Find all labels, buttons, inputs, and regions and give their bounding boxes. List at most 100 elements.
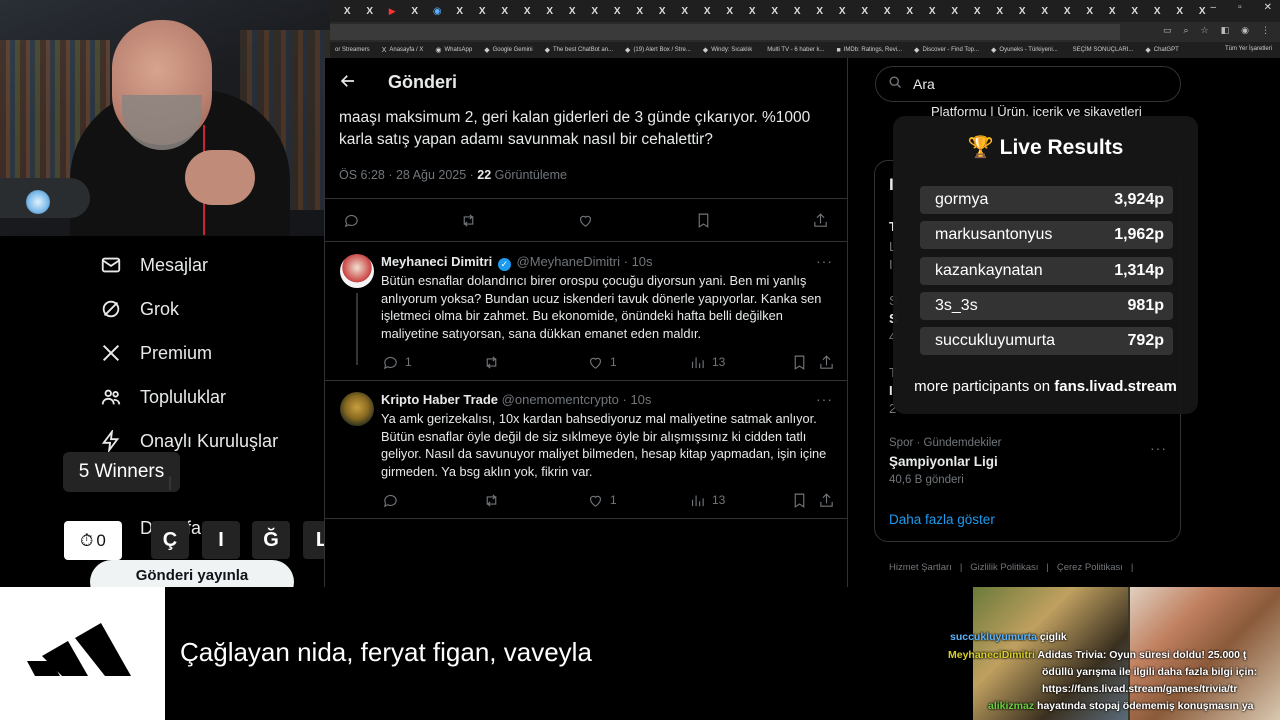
search-bar[interactable] <box>875 66 1181 102</box>
bookmark-item[interactable]: ◆ Discover - Find Top... <box>914 46 979 54</box>
footer-link-terms[interactable]: Hizmet Şartları <box>889 562 952 573</box>
more-options-icon[interactable]: ··· <box>816 391 833 407</box>
browser-tab[interactable]: X <box>809 3 832 19</box>
browser-tab[interactable]: X <box>786 3 809 19</box>
search-input[interactable] <box>913 76 1153 92</box>
browser-tab[interactable]: X <box>899 3 922 19</box>
browser-tab[interactable]: X <box>1124 3 1147 19</box>
restore-icon[interactable]: ▫ <box>1238 2 1242 13</box>
retweet-icon[interactable] <box>460 212 477 229</box>
browser-tab[interactable]: X <box>584 3 607 19</box>
reply-icon[interactable] <box>382 492 399 509</box>
browser-tab[interactable]: X <box>696 3 719 19</box>
browser-tab[interactable]: X <box>404 3 427 19</box>
bookmark-icon[interactable] <box>791 354 808 371</box>
browser-tab[interactable]: X <box>539 3 562 19</box>
zoom-icon[interactable]: ⌕ <box>1184 25 1189 36</box>
browser-tab[interactable]: X <box>764 3 787 19</box>
reply-icon[interactable] <box>343 212 360 229</box>
browser-tab[interactable]: X <box>516 3 539 19</box>
bookmark-item[interactable]: Multi TV - 6 haber k... <box>764 47 824 53</box>
extension-icon[interactable]: ◧ <box>1221 25 1230 36</box>
nav-item-verified-orgs[interactable]: Onaylı Kuruluşlar <box>100 430 278 452</box>
browser-tab[interactable]: X <box>1079 3 1102 19</box>
bookmark-item[interactable]: ◆ (19) Alert Box / Stre... <box>625 46 691 54</box>
reply-handle[interactable]: @onemomentcrypto · 10s <box>502 392 652 407</box>
share-icon[interactable] <box>812 212 829 229</box>
views-icon[interactable]: 13 <box>689 492 725 509</box>
cast-icon[interactable]: ▭ <box>1163 25 1172 36</box>
browser-tab[interactable]: X <box>1146 3 1169 19</box>
browser-tab[interactable]: X <box>471 3 494 19</box>
nav-item-premium[interactable]: Premium <box>100 342 212 364</box>
avatar[interactable] <box>340 392 374 426</box>
url-field[interactable] <box>330 24 1120 40</box>
browser-tab[interactable]: X <box>921 3 944 19</box>
like-icon[interactable]: 1 <box>587 492 617 509</box>
reply-icon[interactable]: 1 <box>382 354 412 371</box>
menu-icon[interactable]: ⋮ <box>1261 25 1270 36</box>
trend-name[interactable]: Şampiyonlar Ligi <box>889 454 998 469</box>
minimize-icon[interactable]: – <box>1211 2 1217 13</box>
browser-tab[interactable]: X <box>966 3 989 19</box>
bookmark-item[interactable]: ■ IMDb: Ratings, Revi... <box>836 47 902 54</box>
browser-tab[interactable]: X <box>944 3 967 19</box>
bookmark-item[interactable]: ◆ The best ChatBot an... <box>545 46 613 54</box>
reply-handle[interactable]: @MeyhaneDimitri · 10s <box>517 254 653 269</box>
back-arrow-icon[interactable] <box>339 72 359 92</box>
footer-link-cookies[interactable]: Çerez Politikası <box>1057 562 1123 573</box>
browser-tab[interactable]: X <box>674 3 697 19</box>
bookmark-item[interactable]: X Anasayfa / X <box>382 47 424 54</box>
browser-tab[interactable]: X <box>629 3 652 19</box>
browser-tab[interactable]: X <box>741 3 764 19</box>
bookmark-item[interactable]: ◆ Windy: Sıcaklık <box>703 46 752 54</box>
retweet-icon[interactable] <box>483 354 500 371</box>
browser-tab[interactable]: X <box>359 3 382 19</box>
browser-tab[interactable]: X <box>336 3 359 19</box>
browser-tab[interactable]: ◉ <box>426 3 449 19</box>
more-options-icon[interactable]: ··· <box>816 253 833 269</box>
footer-link-privacy[interactable]: Gizlilik Politikası <box>970 562 1038 573</box>
like-icon[interactable]: 1 <box>587 354 617 371</box>
like-icon[interactable] <box>577 212 594 229</box>
bookmark-icon[interactable] <box>695 212 712 229</box>
reply-author-name[interactable]: Kripto Haber Trade <box>381 392 498 407</box>
show-more-link[interactable]: Daha fazla göster <box>889 512 995 527</box>
bookmark-item[interactable]: ◉ WhatsApp <box>435 46 472 54</box>
browser-tab[interactable]: X <box>719 3 742 19</box>
browser-tab[interactable]: X <box>1011 3 1034 19</box>
all-bookmarks[interactable]: Tüm Yer İşaretleri <box>1225 46 1272 52</box>
tweet-timestamp[interactable]: ÖS 6:28 · 28 Ağu 2025 · <box>339 168 477 182</box>
nav-item-grok[interactable]: Grok <box>100 298 179 320</box>
browser-tab[interactable]: X <box>1034 3 1057 19</box>
browser-tab[interactable]: X <box>561 3 584 19</box>
close-icon[interactable]: ✕ <box>1264 2 1272 13</box>
bookmark-item[interactable]: or Streamers <box>332 47 370 53</box>
browser-tab[interactable]: X <box>606 3 629 19</box>
browser-tab[interactable]: X <box>651 3 674 19</box>
reply-item[interactable]: Kripto Haber Trade @onemomentcrypto · 10… <box>325 380 847 520</box>
bookmark-item[interactable]: SEÇİM SONUÇLARI... <box>1070 47 1134 53</box>
retweet-icon[interactable] <box>483 492 500 509</box>
reply-author-name[interactable]: Meyhaneci Dimitri <box>381 254 492 269</box>
views-icon[interactable]: 13 <box>689 354 725 371</box>
browser-tab[interactable]: X <box>1101 3 1124 19</box>
browser-tab[interactable]: X <box>494 3 517 19</box>
browser-tab[interactable]: X <box>989 3 1012 19</box>
nav-item-communities[interactable]: Topluluklar <box>100 386 226 408</box>
browser-tab[interactable]: X <box>854 3 877 19</box>
browser-tab[interactable]: X <box>1056 3 1079 19</box>
nav-item-messages[interactable]: Mesajlar <box>100 254 208 276</box>
profile-icon[interactable]: ◉ <box>1241 25 1249 36</box>
browser-tab[interactable]: ▶ <box>381 3 404 19</box>
browser-tab[interactable]: X <box>1169 3 1192 19</box>
browser-tab[interactable]: X <box>449 3 472 19</box>
avatar[interactable] <box>340 254 374 288</box>
share-icon[interactable] <box>818 492 835 509</box>
share-icon[interactable] <box>818 354 835 371</box>
more-options-icon[interactable]: ··· <box>1150 440 1167 456</box>
bookmark-item[interactable]: ◆ Google Gemini <box>484 46 532 54</box>
reply-item[interactable]: Meyhaneci Dimitri ✓ @MeyhaneDimitri · 10… <box>325 241 847 381</box>
browser-tab[interactable]: X <box>831 3 854 19</box>
bookmark-item[interactable]: ◆ Oyuneks - Türkiyeni... <box>991 46 1058 54</box>
